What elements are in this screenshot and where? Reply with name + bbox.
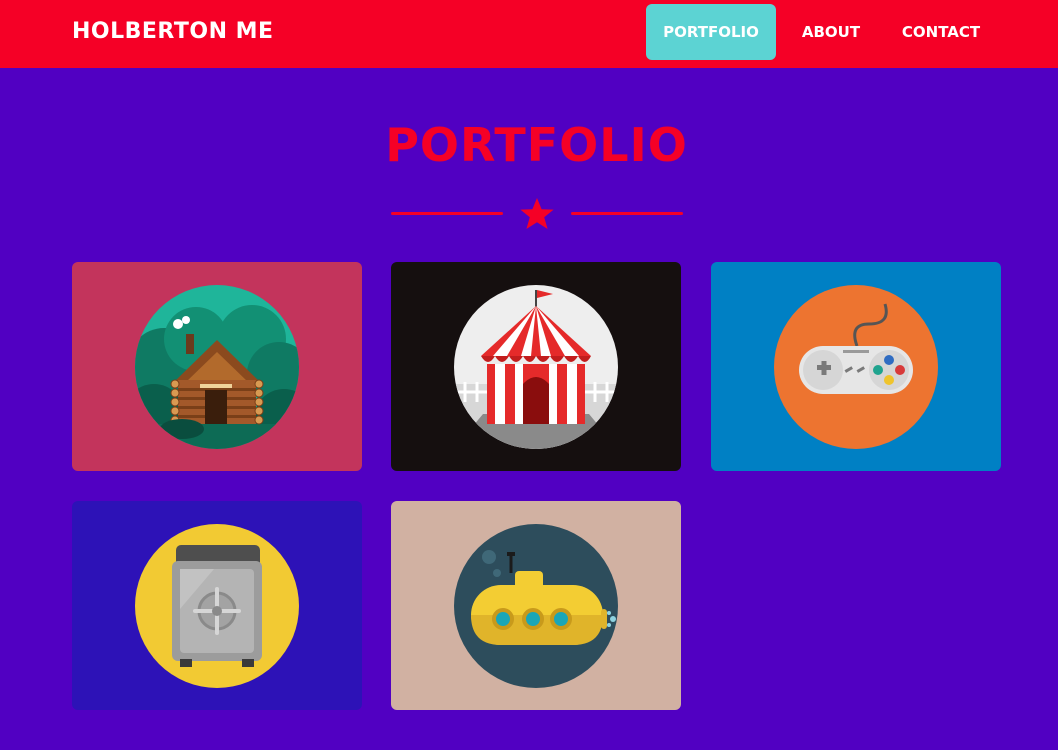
portfolio-card-submarine[interactable] <box>391 501 681 710</box>
divider-left-line <box>391 212 503 215</box>
safe-icon <box>135 524 299 688</box>
portfolio-card-safe[interactable] <box>72 501 362 710</box>
nav-link-portfolio[interactable]: PORTFOLIO <box>646 4 776 60</box>
navbar: HOLBERTON ME PORTFOLIO ABOUT CONTACT <box>0 0 1058 68</box>
nav-link-contact[interactable]: CONTACT <box>888 4 994 60</box>
portfolio-card-circus[interactable] <box>391 262 681 471</box>
circus-tent-icon <box>454 285 618 449</box>
brand-logo[interactable]: HOLBERTON ME <box>72 0 274 64</box>
star-icon <box>520 198 554 229</box>
submarine-icon <box>454 524 618 688</box>
divider-right-line <box>571 212 683 215</box>
nav-link-about[interactable]: ABOUT <box>786 4 876 60</box>
page-title: PORTFOLIO <box>385 118 688 172</box>
log-cabin-icon <box>135 285 299 449</box>
portfolio-card-controller[interactable] <box>711 262 1001 471</box>
portfolio-card-cabin[interactable] <box>72 262 362 471</box>
game-controller-icon <box>774 285 938 449</box>
